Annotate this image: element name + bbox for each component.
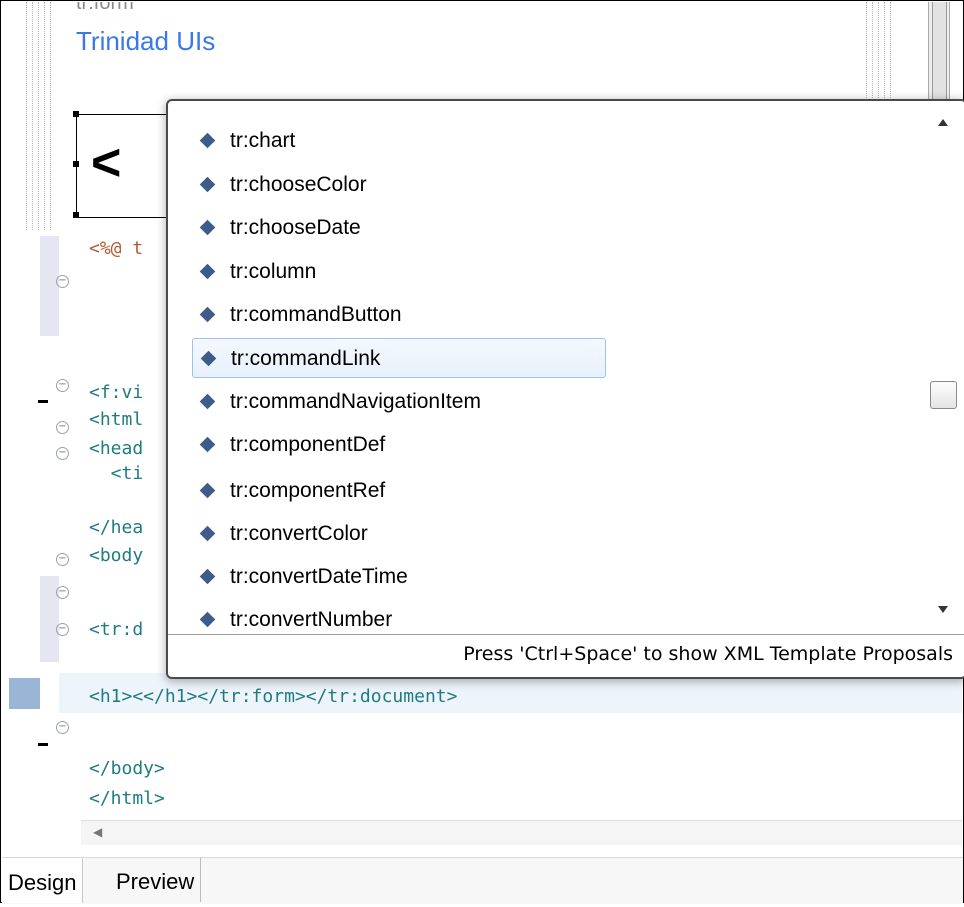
code-line[interactable]: <ti [89,462,144,486]
code-line[interactable]: <body [89,544,143,568]
proposal-item[interactable]: tr:chooseDate [192,208,606,248]
tab-preview[interactable]: Preview [110,858,202,902]
code-line[interactable]: <head [89,437,143,461]
proposal-item[interactable]: tr:commandNavigationItem [192,382,606,422]
proposal-list[interactable]: tr:chart tr:chooseColor tr:chooseDate tr… [168,101,926,634]
editor-horizontal-scrollbar[interactable]: ◀ [81,820,962,845]
code-line[interactable]: <tr:d [89,618,143,642]
collapse-icon[interactable]: − [56,447,69,460]
element-icon [200,350,217,367]
element-icon [199,219,216,236]
code-line[interactable]: <html [89,408,143,432]
element-icon [199,393,216,410]
proposal-scrollbar[interactable] [928,101,961,634]
status-hint: Press 'Ctrl+Space' to show XML Template … [463,643,953,665]
design-guide-line [38,2,40,230]
proposal-item[interactable]: tr:column [192,252,606,292]
code-line[interactable]: </body> [89,757,165,781]
collapse-icon[interactable]: − [56,721,69,734]
element-icon [199,263,216,280]
proposal-status-bar: Press 'Ctrl+Space' to show XML Template … [168,634,964,676]
proposal-item[interactable]: tr:chart [192,121,606,161]
design-guide-line [44,2,46,230]
collapse-icon[interactable]: − [56,379,69,392]
element-icon [199,482,216,499]
proposal-item[interactable]: tr:commandButton [192,295,606,335]
code-line-current[interactable]: <h1><</h1></tr:form></tr:document> [89,685,457,709]
gutter-range-marker [40,236,59,336]
scroll-down-icon[interactable] [938,606,948,613]
design-guide-line [50,2,52,230]
element-icon [199,436,216,453]
code-line[interactable]: </html> [89,787,165,811]
code-line[interactable]: </hea [89,516,143,540]
collapse-icon[interactable]: − [56,421,69,434]
proposal-item[interactable]: tr:componentDef [192,425,606,465]
element-icon [199,611,216,628]
code-line[interactable]: <f:vi [89,381,143,405]
resize-handle[interactable] [73,161,79,167]
design-page-title[interactable]: Trinidad UIs [76,26,215,57]
code-line[interactable]: <%@ t [89,237,143,261]
collapse-icon[interactable]: − [56,623,69,636]
scroll-up-icon[interactable] [938,119,948,126]
element-icon [199,306,216,323]
scroll-thumb[interactable] [930,381,957,409]
element-icon [199,132,216,149]
element-icon [199,525,216,542]
element-icon [199,176,216,193]
line-marker [9,678,40,709]
proposal-item[interactable]: tr:convertColor [192,514,606,554]
collapse-icon[interactable]: − [56,553,69,566]
scroll-left-icon[interactable]: ◀ [93,825,102,839]
proposal-item-selected[interactable]: tr:commandLink [192,338,606,378]
design-guide-line [32,2,34,230]
resize-handle[interactable] [73,111,79,117]
design-guide-line [26,2,28,230]
resize-handle[interactable] [73,212,79,218]
scope-marker [38,743,48,746]
proposal-item[interactable]: tr:chooseColor [192,165,606,205]
heading-text: < [91,134,122,192]
collapse-icon[interactable]: − [56,586,69,599]
scope-marker [38,400,48,403]
element-icon [199,568,216,585]
tab-design[interactable]: Design [2,858,84,903]
proposal-item[interactable]: tr:componentRef [192,471,606,511]
design-clipped-label: tr:form [76,2,134,14]
editor-tab-bar: Design Preview [2,857,963,904]
proposal-item[interactable]: tr:convertDateTime [192,557,606,597]
collapse-icon[interactable]: − [56,275,69,288]
content-assist-popup[interactable]: tr:chart tr:chooseColor tr:chooseDate tr… [166,99,964,679]
